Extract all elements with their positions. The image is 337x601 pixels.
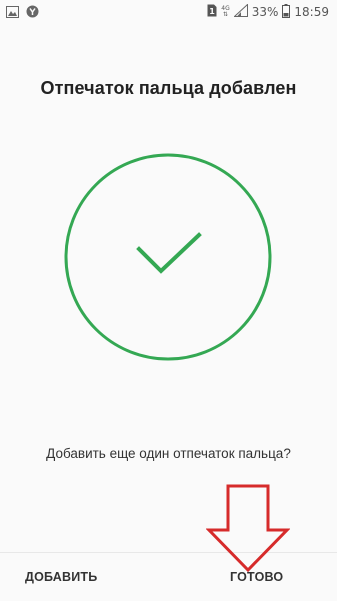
battery-icon xyxy=(282,3,291,21)
clock-time: 18:59 xyxy=(294,5,329,19)
page-title: Отпечаток пальца добавлен xyxy=(40,78,297,98)
checkmark-circle-icon xyxy=(63,152,273,362)
signal-icon xyxy=(232,3,248,20)
data-arrows-icon: ⇅ xyxy=(222,11,229,18)
battery-percent: 33% xyxy=(251,5,279,19)
status-bar: 1 4G ⇅ 33% 18:59 xyxy=(0,0,337,24)
add-button[interactable]: ДОБАВИТЬ xyxy=(25,570,97,584)
network-type-label: 4G ⇅ xyxy=(221,6,229,18)
yandex-icon xyxy=(26,5,39,21)
sim-label: 1 xyxy=(209,7,215,16)
gallery-icon xyxy=(6,5,19,21)
add-another-prompt: Добавить еще один отпечаток пальца? xyxy=(46,446,291,461)
done-button[interactable]: ГОТОВО xyxy=(230,570,283,584)
sim-icon: 1 xyxy=(207,4,217,20)
success-circle xyxy=(64,153,272,361)
bottom-action-bar: ДОБАВИТЬ ГОТОВО xyxy=(0,552,337,601)
status-right-icons: 1 4G ⇅ 33% 18:59 xyxy=(207,3,329,21)
checkmark-icon xyxy=(136,232,202,274)
status-left-icons xyxy=(6,5,39,21)
